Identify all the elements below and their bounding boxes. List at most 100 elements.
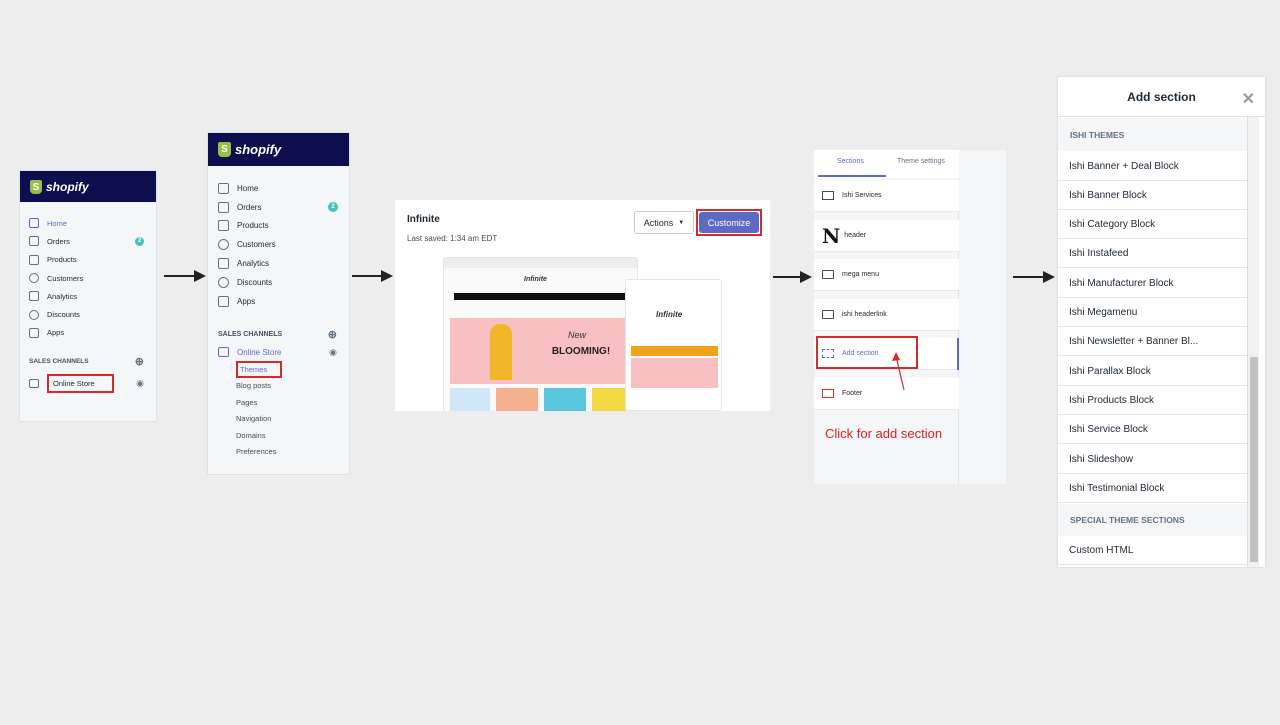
option-ishi-parallax-block[interactable]: Ishi Parallax Block — [1058, 357, 1247, 386]
blog-posts-link[interactable]: Blog posts — [236, 378, 349, 395]
hero-banner: New BLOOMING! — [450, 318, 626, 384]
bar-chart-icon — [218, 258, 229, 270]
section-header[interactable]: N header — [814, 220, 959, 252]
nav-apps[interactable]: Apps — [29, 324, 156, 342]
option-ishi-category-block[interactable]: Ishi Category Block — [1058, 210, 1247, 239]
option-custom-html[interactable]: Custom HTML — [1058, 536, 1247, 565]
add-channel-icon[interactable]: ⊕ — [135, 355, 144, 368]
theme-name: Infinite — [407, 214, 440, 225]
nav-home[interactable]: Home — [218, 179, 349, 198]
option-ishi-newsletter-banner-block[interactable]: Ishi Newsletter + Banner Bl... — [1058, 327, 1247, 356]
pages-link[interactable]: Pages — [236, 395, 349, 412]
online-store-row[interactable]: Online Store ◉ — [20, 368, 156, 394]
nav-products[interactable]: Products — [29, 251, 156, 269]
add-channel-icon[interactable]: ⊕ — [328, 328, 337, 341]
tab-active-underline — [818, 175, 886, 177]
nav-discounts[interactable]: Discounts — [218, 273, 349, 292]
modal-header: Add section ✕ — [1058, 77, 1265, 117]
sections-tabbar: Sections Theme settings — [814, 150, 959, 178]
nav-products[interactable]: Products — [218, 217, 349, 236]
shopify-bag-icon — [30, 179, 42, 194]
nav-customers[interactable]: Customers — [218, 235, 349, 254]
mobile-menu-bar — [631, 346, 718, 356]
preview-menu-bar — [454, 293, 629, 300]
active-indicator — [957, 338, 959, 370]
payment-cards-icon — [822, 389, 834, 398]
theme-card: Infinite Last saved: 1:34 am EDT Actions… — [395, 200, 770, 411]
online-store-link[interactable]: Online Store — [237, 348, 281, 357]
online-store-row[interactable]: Online Store ◉ — [208, 341, 349, 358]
scrollbar-thumb[interactable] — [1250, 357, 1258, 562]
mobile-hero — [631, 358, 718, 388]
close-icon[interactable]: ✕ — [1242, 89, 1255, 109]
customize-button[interactable]: Customize — [699, 212, 759, 233]
themes-link[interactable]: Themes — [236, 360, 283, 378]
flow-arrow-4 — [1013, 271, 1055, 283]
flow-arrow-2 — [352, 270, 393, 282]
admin-panel-2: shopify Home Orders 2 Products Customers… — [207, 132, 350, 475]
desktop-preview: Infinite New BLOOMING! — [443, 257, 638, 411]
apps-icon — [29, 327, 39, 338]
home-icon — [29, 218, 39, 229]
add-section-modal: Add section ✕ ISHI THEMES Ishi Banner + … — [1058, 77, 1265, 567]
option-ishi-instafeed[interactable]: Ishi Instafeed — [1058, 239, 1247, 268]
modal-title: Add section — [1127, 89, 1196, 104]
nav-apps[interactable]: Apps — [218, 292, 349, 311]
option-ishi-products-block[interactable]: Ishi Products Block — [1058, 386, 1247, 415]
chevron-down-icon: ▼ — [678, 219, 685, 226]
option-ishi-slideshow[interactable]: Ishi Slideshow — [1058, 445, 1247, 474]
option-ishi-service-block[interactable]: Ishi Service Block — [1058, 415, 1247, 444]
group-special-theme-sections: SPECIAL THEME SECTIONS — [1058, 504, 1247, 536]
flow-arrow-3 — [773, 271, 812, 283]
actions-button[interactable]: Actions ▼ — [634, 211, 694, 234]
nav-orders[interactable]: Orders 2 — [29, 232, 156, 250]
online-store-link[interactable]: Online Store — [47, 374, 114, 394]
section-ishi-services[interactable]: Ishi Services — [814, 180, 959, 212]
tab-sections[interactable]: Sections — [837, 158, 864, 165]
domains-link[interactable]: Domains — [236, 428, 349, 445]
nav-analytics[interactable]: Analytics — [29, 287, 156, 305]
shopify-logo: shopify — [208, 133, 349, 166]
last-saved: Last saved: 1:34 am EDT — [407, 234, 498, 243]
tab-theme-settings[interactable]: Theme settings — [897, 158, 945, 165]
preview-logo: Infinite — [524, 276, 547, 283]
hero-model — [490, 324, 512, 380]
section-layout-icon — [822, 270, 834, 279]
section-mega-menu[interactable]: mega menu — [814, 259, 959, 291]
apps-icon — [218, 295, 229, 307]
admin-panel-1: shopify Home Orders 2 Products Customers… — [19, 170, 157, 422]
category-tile-1 — [450, 388, 490, 411]
person-icon — [29, 273, 39, 284]
browser-bar — [444, 258, 637, 268]
nav-home[interactable]: Home — [29, 214, 156, 232]
option-ishi-megamenu[interactable]: Ishi Megamenu — [1058, 298, 1247, 327]
nav-orders[interactable]: Orders 2 — [218, 198, 349, 217]
sales-channels-heading: SALES CHANNELS ⊕ — [29, 355, 144, 369]
tag-icon — [29, 254, 39, 265]
shopify-logo: shopify — [20, 171, 156, 202]
hero-new: New — [568, 330, 587, 340]
preferences-link[interactable]: Preferences — [236, 444, 349, 461]
option-ishi-banner-deal-block[interactable]: Ishi Banner + Deal Block — [1058, 152, 1247, 181]
shopify-bag-icon — [218, 142, 231, 157]
nav-analytics[interactable]: Analytics — [218, 254, 349, 273]
option-ishi-banner-block[interactable]: Ishi Banner Block — [1058, 181, 1247, 210]
home-icon — [218, 182, 229, 194]
section-footer[interactable]: Footer — [814, 378, 959, 410]
eye-icon[interactable]: ◉ — [136, 378, 144, 389]
eye-icon[interactable]: ◉ — [329, 347, 337, 358]
brand-name: shopify — [235, 142, 282, 157]
category-tile-2 — [496, 388, 538, 411]
callout-pointer — [892, 352, 905, 391]
nav-customers[interactable]: Customers — [29, 269, 156, 287]
option-ishi-manufacturer-block[interactable]: Ishi Manufacturer Block — [1058, 269, 1247, 298]
option-ishi-testimonial-block[interactable]: Ishi Testimonial Block — [1058, 474, 1247, 503]
tag-icon — [218, 220, 229, 232]
modal-scrollbar[interactable] — [1247, 117, 1259, 567]
nav-discounts[interactable]: Discounts — [29, 305, 156, 323]
navigation-link[interactable]: Navigation — [236, 411, 349, 428]
bar-chart-icon — [29, 291, 39, 302]
section-ishi-headerlink[interactable]: ishi headerlink — [814, 299, 959, 331]
group-ishi-themes: ISHI THEMES — [1058, 118, 1247, 151]
sections-panel: Sections Theme settings Ishi Services N … — [814, 150, 1006, 484]
